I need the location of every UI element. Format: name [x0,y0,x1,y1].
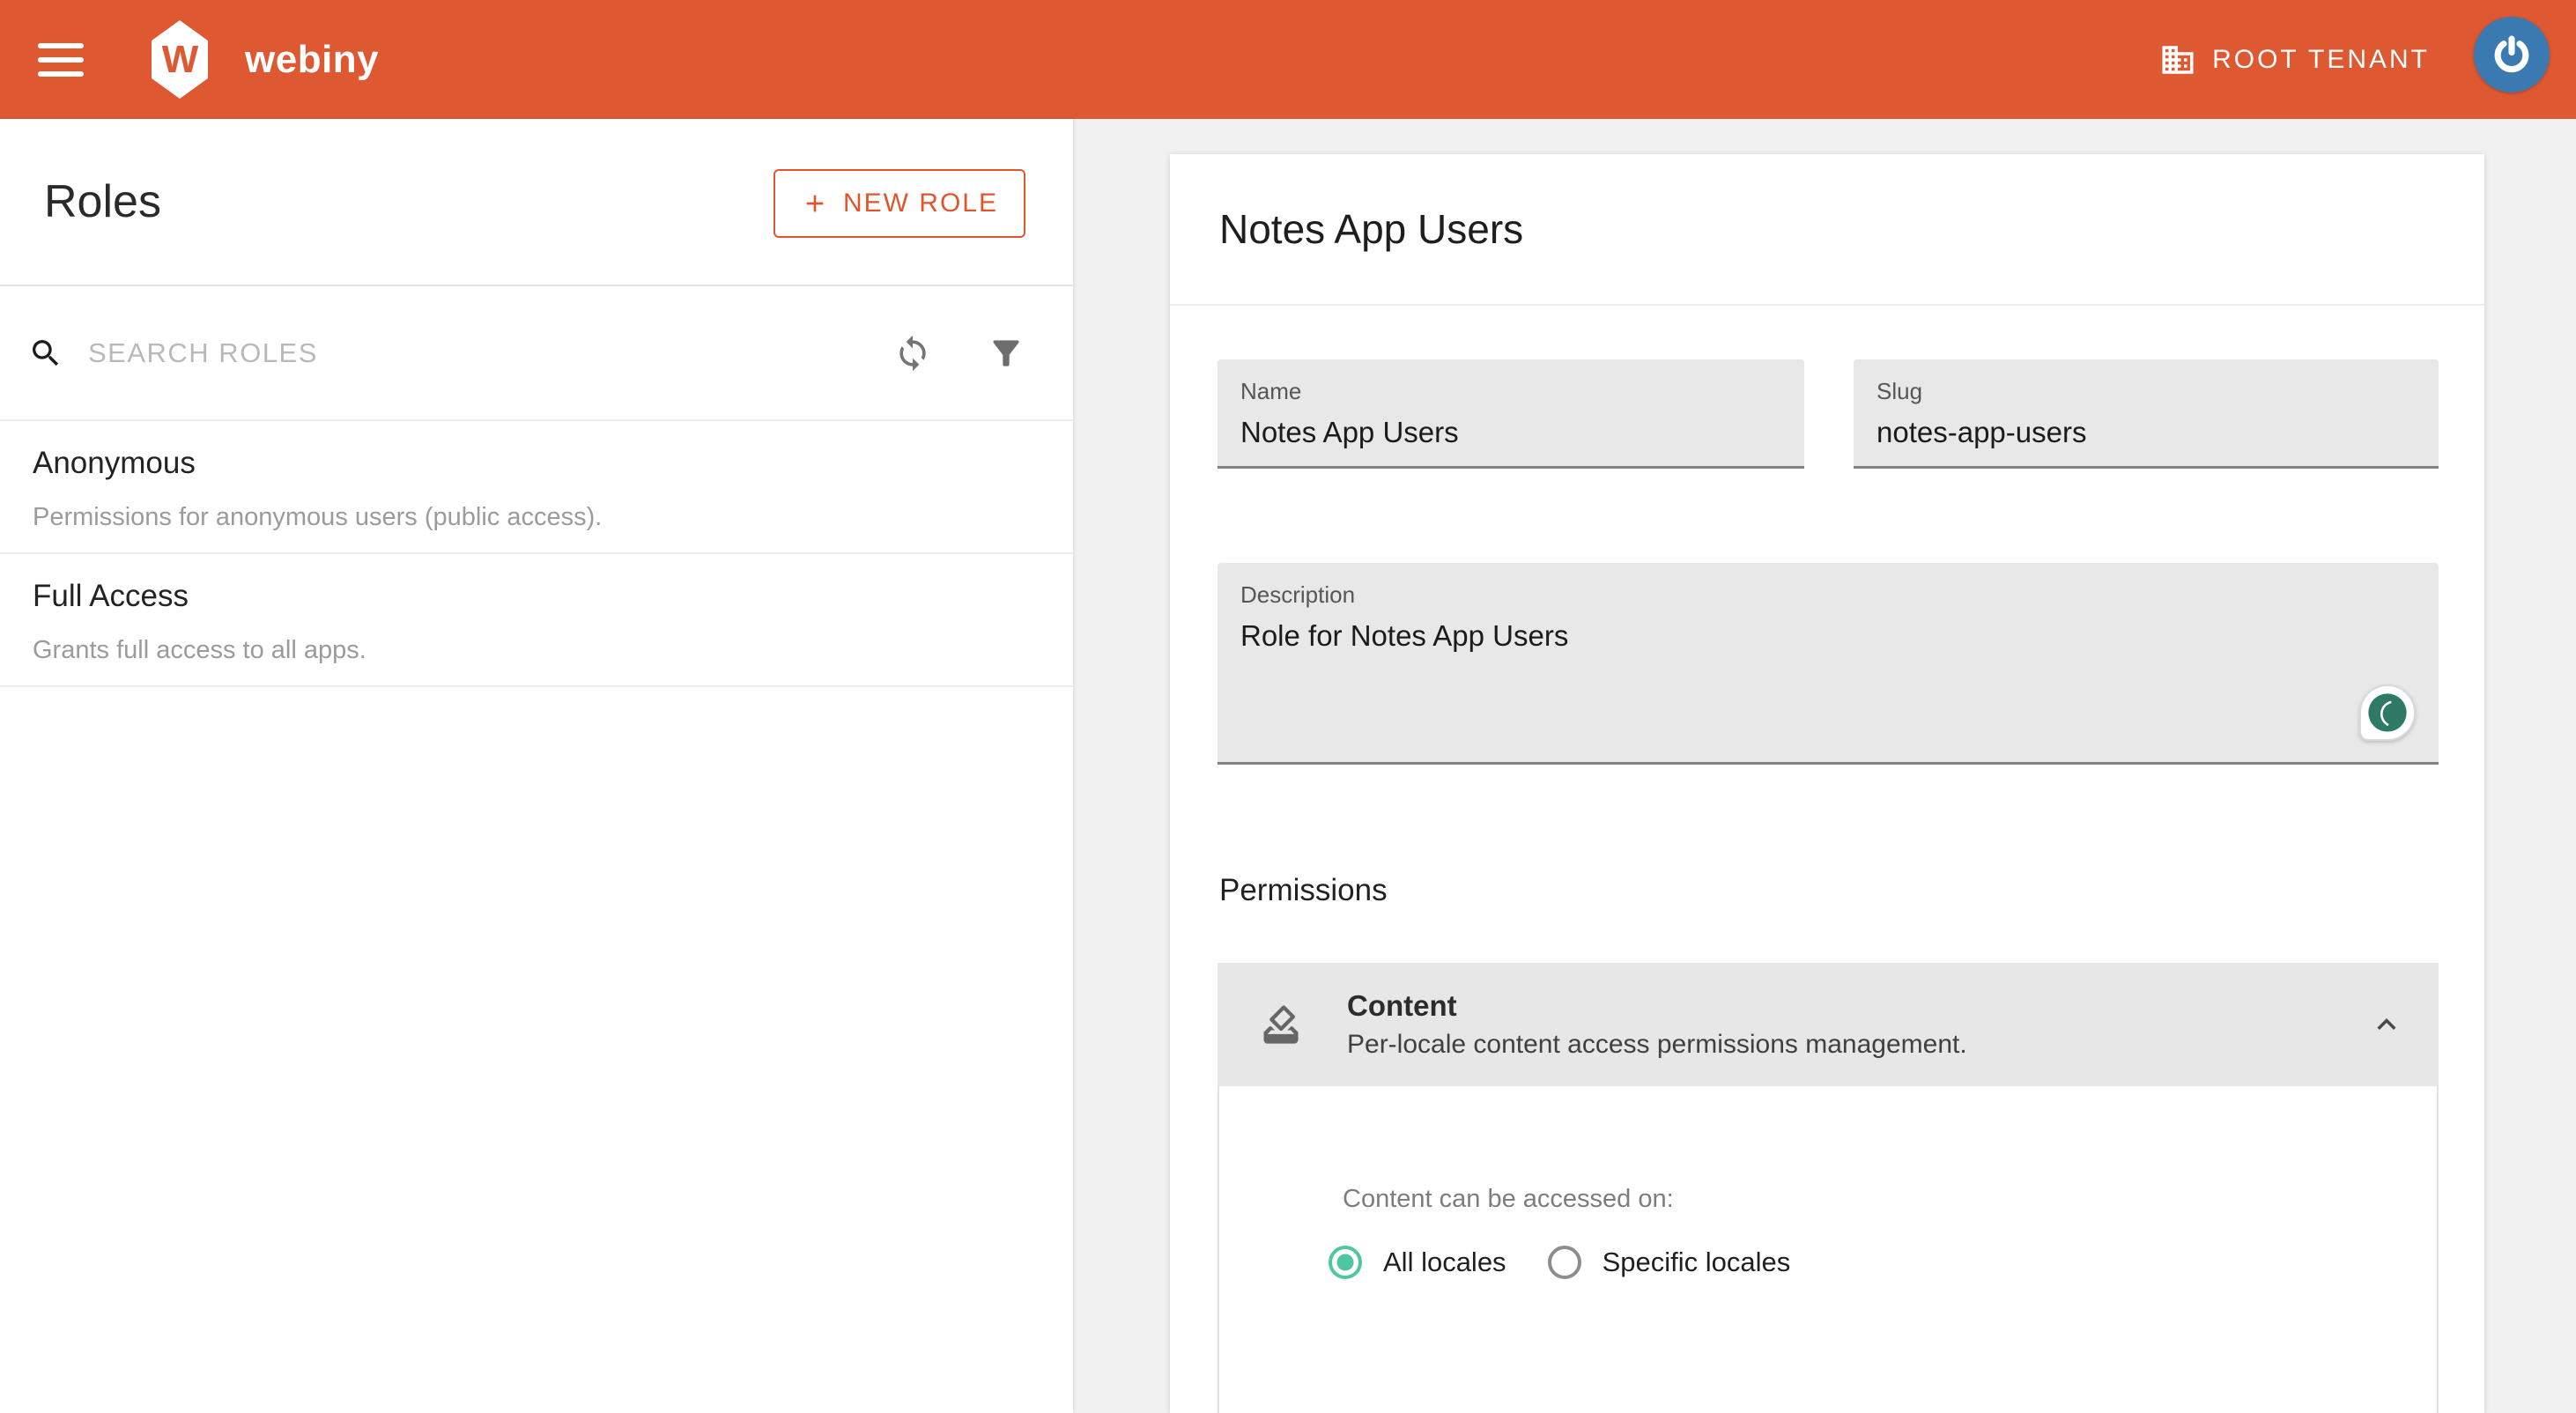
webiny-logo-letter: W [162,38,198,82]
search-icon [28,336,63,371]
building-icon [2159,41,2196,78]
role-list-item-full-access[interactable]: Full Access Grants full access to all ap… [0,554,1073,687]
role-detail-header: Notes App Users [1170,154,2484,306]
tenant-label: ROOT TENANT [2212,45,2430,75]
refresh-icon [893,334,932,373]
role-item-title: Full Access [33,579,1038,614]
top-app-bar: W webiny ROOT TENANT [0,0,2576,119]
filter-button[interactable] [987,334,1025,373]
webiny-hexagon-icon: W [152,20,208,99]
slug-input[interactable]: Slug notes-app-users [1854,359,2439,469]
webiny-logo[interactable]: W [152,20,208,99]
new-role-button-label: NEW ROLE [843,189,998,218]
plus-icon [801,189,829,218]
role-list-item-anonymous[interactable]: Anonymous Permissions for anonymous user… [0,421,1073,554]
role-detail-title: Notes App Users [1219,205,1523,253]
content-section-title: Content [1347,989,1967,1023]
slug-input-value: notes-app-users [1876,416,2439,449]
description-textarea[interactable]: Description Role for Notes App Users [1218,563,2439,765]
page-title: Roles [44,175,161,228]
new-role-button[interactable]: NEW ROLE [774,169,1025,238]
name-input[interactable]: Name Notes App Users [1218,359,1804,469]
permissions-heading: Permissions [1219,873,1388,908]
roles-panel-header: Roles NEW ROLE [0,119,1073,286]
refresh-button[interactable] [893,334,932,373]
slug-input-label: Slug [1876,378,2439,405]
radio-specific-locales-label[interactable]: Specific locales [1603,1247,1791,1278]
content-access-label: Content can be accessed on: [1343,1185,1674,1214]
description-label: Description [1240,581,2439,609]
user-avatar[interactable] [2474,17,2550,92]
content-accordion-header[interactable]: Content Per-locale content access permis… [1218,963,2439,1086]
brand-name: webiny [245,0,379,119]
menu-icon[interactable] [38,43,84,77]
content-section-subtitle: Per-locale content access permissions ma… [1347,1030,1967,1060]
name-input-label: Name [1240,378,1804,405]
tenant-selector[interactable]: ROOT TENANT [2159,0,2430,119]
role-item-description: Permissions for anonymous users (public … [33,503,1038,532]
grammarly-extension-badge[interactable] [2359,684,2416,741]
ballot-content-icon [1258,1002,1304,1047]
grammarly-icon [2365,690,2410,736]
roles-list-panel: Roles NEW ROLE [0,119,1073,1413]
radio-all-locales-label[interactable]: All locales [1383,1247,1506,1278]
radio-all-locales[interactable] [1329,1246,1362,1279]
roles-search-bar [0,286,1073,421]
role-item-title: Anonymous [33,446,1038,481]
chevron-up-icon[interactable] [2368,1006,2405,1043]
content-accordion-body: Content can be accessed on: All locales … [1218,1086,2439,1413]
name-input-value: Notes App Users [1240,416,1804,449]
search-roles-input[interactable] [86,337,893,370]
role-item-description: Grants full access to all apps. [33,636,1038,665]
locale-access-radio-group: All locales Specific locales [1329,1246,1790,1279]
power-avatar-icon [2490,33,2534,77]
role-detail-card: Notes App Users Name Notes App Users Slu… [1170,154,2484,1413]
filter-icon [987,334,1025,373]
webiny-admin-app: W webiny ROOT TENANT Roles NEW ROLE [0,0,2576,1413]
radio-specific-locales[interactable] [1548,1246,1581,1279]
content-accordion-text: Content Per-locale content access permis… [1347,989,1967,1060]
description-value: Role for Notes App Users [1240,619,2439,653]
